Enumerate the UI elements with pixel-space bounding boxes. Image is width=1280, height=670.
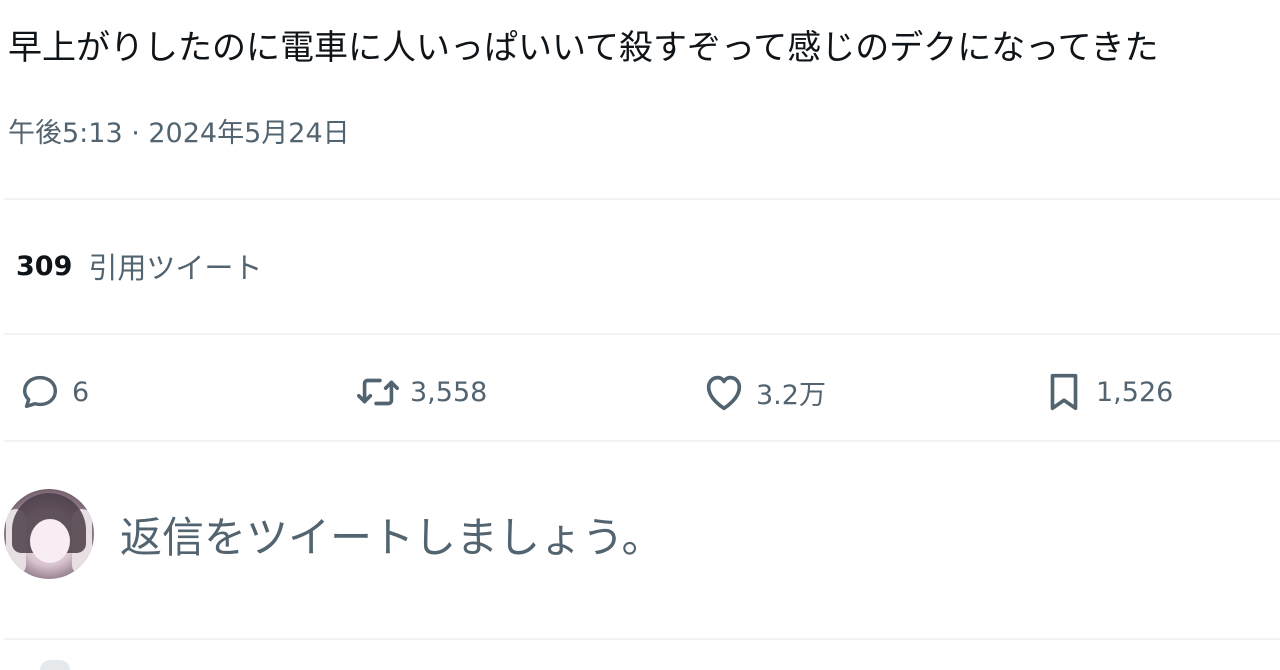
divider <box>4 638 1280 640</box>
like-button[interactable]: 3.2万 <box>700 362 826 422</box>
retweet-count: 3,558 <box>410 376 488 408</box>
reply-composer[interactable]: 返信をツイートしましょう。 <box>4 486 1274 582</box>
retweet-icon <box>354 368 402 416</box>
reply-input[interactable]: 返信をツイートしましょう。 <box>120 504 663 565</box>
divider <box>4 440 1280 442</box>
tweet-text: 早上がりしたのに電車に人いっぱいいて殺すぞって感じのデクになってきた <box>8 28 1159 68</box>
like-count: 3.2万 <box>756 379 826 411</box>
heart-icon <box>700 368 748 416</box>
quote-tweets-count: 309 <box>16 250 73 282</box>
reply-button[interactable]: 6 <box>16 362 89 422</box>
quote-tweets-label: 引用ツイート <box>88 251 263 285</box>
divider <box>4 198 1280 200</box>
bookmark-icon <box>1040 368 1088 416</box>
bookmark-count: 1,526 <box>1096 376 1174 408</box>
retweet-button[interactable]: 3,558 <box>354 362 487 422</box>
reply-count: 6 <box>72 376 90 408</box>
reply-icon <box>16 368 64 416</box>
tweet-timestamp[interactable]: 午後5:13 · 2024年5月24日 <box>8 114 350 154</box>
tweet-detail-view: 早上がりしたのに電車に人いっぱいいて殺すぞって感じのデクになってきた 午後5:1… <box>0 0 1280 670</box>
bookmark-button[interactable]: 1,526 <box>1040 362 1173 422</box>
quote-tweets-link[interactable]: 309 引用ツイート <box>16 244 262 288</box>
tweet-action-bar: 6 3,558 3.2万 1,526 <box>0 362 1280 422</box>
divider <box>4 333 1280 335</box>
next-avatar-partial <box>40 660 70 670</box>
avatar[interactable] <box>4 489 94 579</box>
